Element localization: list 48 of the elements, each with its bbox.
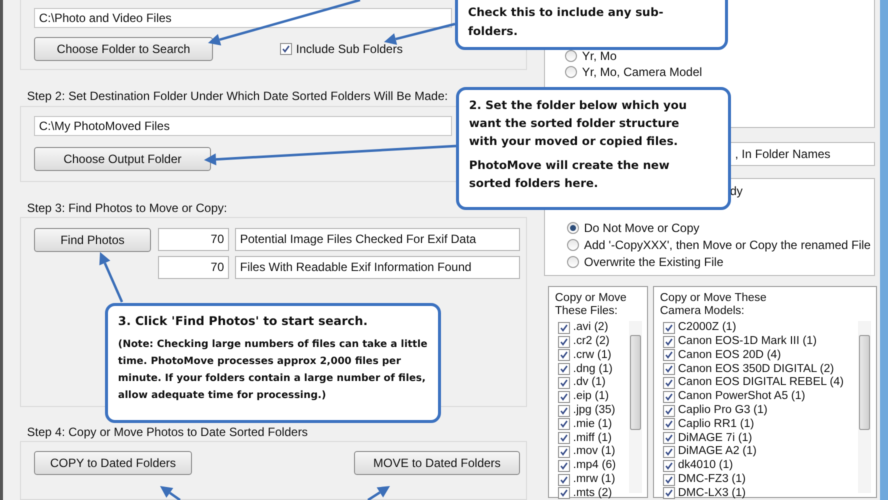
list-item: C2000Z (1) bbox=[678, 320, 736, 336]
list-item: .mp4 (6) bbox=[573, 458, 616, 474]
list-item: Canon EOS DIGITAL REBEL (4) bbox=[678, 375, 844, 390]
list-item: .mrw (1) bbox=[573, 472, 616, 488]
option-label: Overwrite the Existing File bbox=[584, 254, 724, 270]
count-label: Files With Readable Exif Information Found bbox=[235, 256, 520, 279]
panel-heading: dy bbox=[730, 183, 744, 198]
list-item: Canon EOS-1D Mark III (1) bbox=[678, 334, 817, 350]
option-label: Add '-CopyXXX', then Move or Copy the renamed File bbox=[584, 236, 871, 254]
list-item: Caplio Pro G3 (1) bbox=[678, 403, 768, 418]
list-item: .crw (1) bbox=[573, 348, 612, 363]
count-field: 70 bbox=[158, 228, 229, 251]
checkbox-label: Include Sub Folders bbox=[296, 41, 403, 58]
list-item: DMC-LX3 (1) bbox=[678, 486, 746, 500]
callout-text: PhotoMove will create the new sorted folders here. bbox=[469, 157, 670, 192]
option-label: Yr, Mo, Camera Model bbox=[582, 64, 702, 81]
list-title: Copy or Move These Files: bbox=[555, 292, 628, 318]
list-item: .mie (1) bbox=[573, 416, 612, 432]
list-item: dk4010 (1) bbox=[678, 458, 733, 474]
list-item: DiMAGE A2 (1) bbox=[678, 444, 757, 460]
count-field: 70 bbox=[158, 256, 229, 279]
option-label: Do Not Move or Copy bbox=[584, 220, 700, 236]
option-label: , In Folder Names bbox=[735, 146, 830, 163]
list-item: .eip (1) bbox=[573, 389, 609, 404]
list-item: Canon EOS 350D DIGITAL (2) bbox=[678, 362, 834, 376]
list-item: .miff (1) bbox=[573, 430, 612, 446]
callout-text: Check this to include any sub-folders. bbox=[468, 4, 664, 40]
list-item: .dng (1) bbox=[573, 362, 613, 376]
list-item: .mov (1) bbox=[573, 444, 616, 460]
callout-text: 2. Set the folder below which you want the sorted folder structure with your moved or copied files. bbox=[469, 97, 688, 150]
list-item: .dv (1) bbox=[573, 375, 606, 390]
callout-text: 3. Click 'Find Photos' to start search. bbox=[118, 313, 369, 330]
section-heading: Step 3: Find Photos to Move or Copy: bbox=[27, 200, 228, 215]
list-item: .cr2 (2) bbox=[573, 334, 610, 350]
section-heading: Step 4: Copy or Move Photos to Date Sorted Folders bbox=[27, 424, 309, 440]
count-label: Potential Image Files Checked For Exif Data bbox=[235, 228, 520, 251]
list-item: Canon EOS 20D (4) bbox=[678, 348, 781, 363]
list-item: Caplio RR1 (1) bbox=[678, 416, 754, 432]
list-item: .jpg (35) bbox=[573, 403, 616, 418]
option-label: Yr, Mo bbox=[582, 48, 617, 65]
section-heading: Step 2: Set Destination Folder Under Which Date Sorted Folders Will Be Made: bbox=[27, 88, 449, 104]
list-item: DiMAGE 7i (1) bbox=[678, 430, 752, 446]
callout-text: (Note: Checking large numbers of files can take a little time. PhotoMove processes approx 2,000 files per minute. If your folders contain a large number of files, allow adequate time for processing.) bbox=[118, 338, 428, 403]
list-item: .avi (2) bbox=[573, 320, 608, 336]
list-item: Canon PowerShot A5 (1) bbox=[678, 389, 806, 404]
list-item: DMC-FZ3 (1) bbox=[678, 472, 746, 488]
list-title: Copy or Move These Camera Models: bbox=[660, 292, 768, 318]
list-item: .mts (2) bbox=[573, 486, 612, 500]
